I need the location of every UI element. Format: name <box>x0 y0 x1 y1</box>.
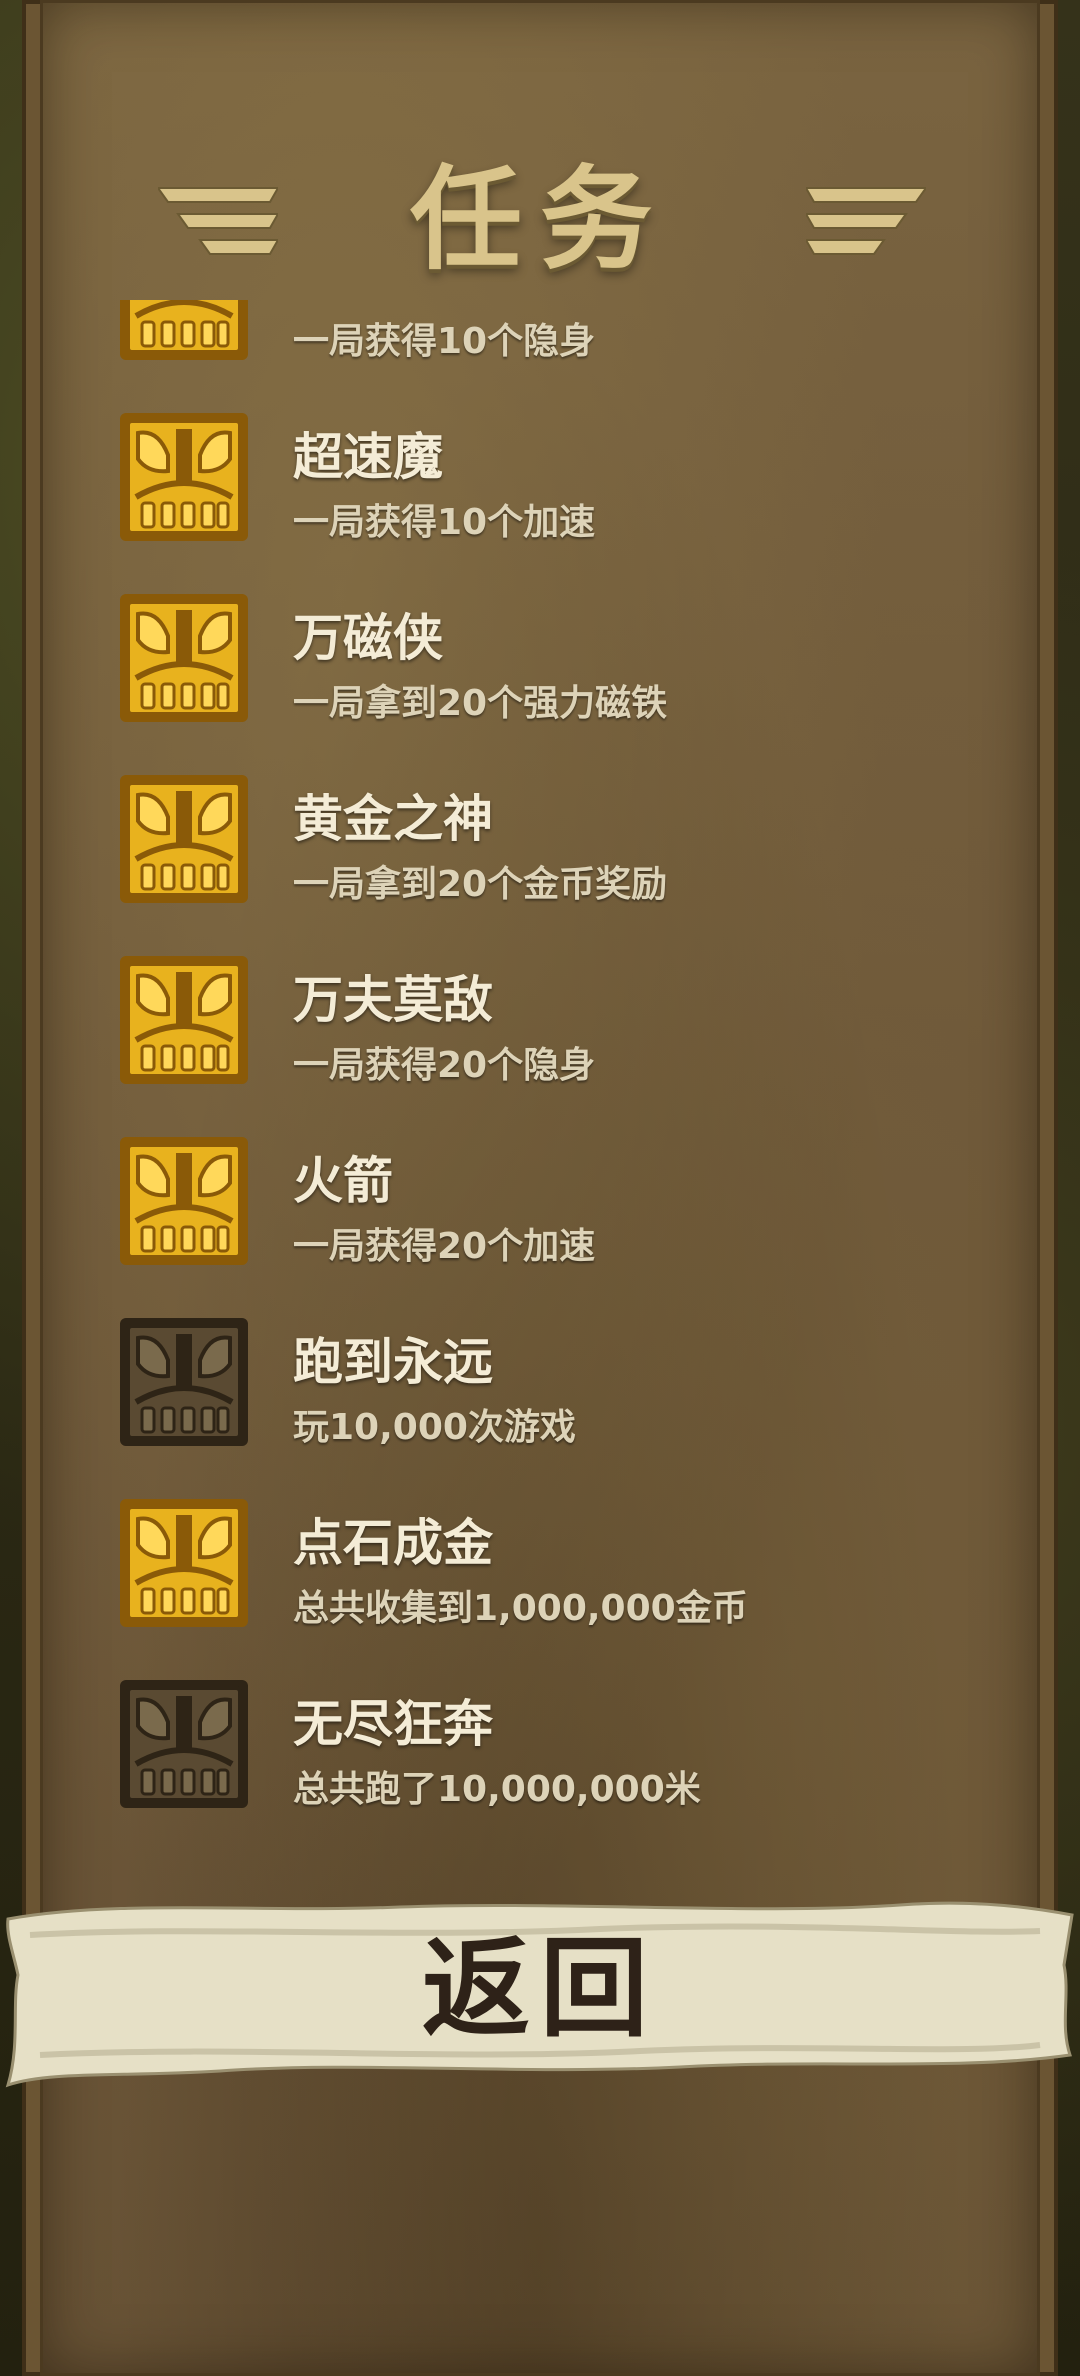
mission-badge-completed-icon <box>120 775 248 903</box>
mission-title: 超速魔 <box>293 428 443 486</box>
mission-badge-locked-icon <box>120 1318 248 1446</box>
mission-badge-locked-icon <box>120 1680 248 1808</box>
right-wing-ornament-icon <box>806 187 926 255</box>
mission-item: 黄金之神一局拿到20个金币奖励 <box>0 773 1080 923</box>
mission-title: 无尽狂奔 <box>293 1695 493 1753</box>
mission-title: 点石成金 <box>293 1514 493 1572</box>
mission-badge-completed-icon <box>120 413 248 541</box>
header: 任务 <box>0 140 1080 300</box>
mission-description: 一局获得10个隐身 <box>293 321 596 362</box>
mission-title: 跑到永远 <box>293 1333 493 1391</box>
mission-item: 超速魔一局获得10个加速 <box>0 411 1080 561</box>
mission-item: 跑到永远玩10,000次游戏 <box>0 1316 1080 1466</box>
mission-item: 万磁侠一局拿到20个强力磁铁 <box>0 592 1080 742</box>
mission-description: 总共跑了10,000,000米 <box>293 1769 701 1810</box>
mission-list-viewport[interactable]: 一局获得10个隐身 超速魔 一局获得10个加速 万磁侠 一局拿到20个强力磁铁 黄金之神一… <box>0 300 1080 1860</box>
mission-description: 一局拿到20个金币奖励 <box>293 864 668 905</box>
mission-title: 万磁侠 <box>293 609 443 667</box>
mission-description: 一局获得20个隐身 <box>293 1045 596 1086</box>
mission-badge-completed-icon <box>120 1137 248 1265</box>
back-button-label: 返回 <box>421 1927 658 2052</box>
mission-description: 一局获得20个加速 <box>293 1226 596 1267</box>
mission-description: 一局拿到20个强力磁铁 <box>293 683 668 724</box>
mission-title: 万夫莫敌 <box>293 971 493 1029</box>
mission-description: 总共收集到1,000,000金币 <box>293 1588 748 1629</box>
mission-badge-completed-icon <box>120 956 248 1084</box>
mission-badge-completed-icon <box>120 300 248 360</box>
mission-item: 一局获得10个隐身 <box>0 300 1080 380</box>
mission-description: 玩10,000次游戏 <box>293 1407 576 1448</box>
mission-badge-completed-icon <box>120 594 248 722</box>
mission-title: 黄金之神 <box>293 790 493 848</box>
mission-item: 无尽狂奔总共跑了10,000,000米 <box>0 1678 1080 1828</box>
mission-item: 火箭一局获得20个加速 <box>0 1135 1080 1285</box>
mission-item: 万夫莫敌一局获得20个隐身 <box>0 954 1080 1104</box>
mission-description: 一局获得10个加速 <box>293 502 596 543</box>
mission-item: 点石成金总共收集到1,000,000金币 <box>0 1497 1080 1647</box>
mission-badge-completed-icon <box>120 1499 248 1627</box>
back-button[interactable]: 返回 <box>0 1895 1080 2095</box>
mission-title: 火箭 <box>293 1152 393 1210</box>
